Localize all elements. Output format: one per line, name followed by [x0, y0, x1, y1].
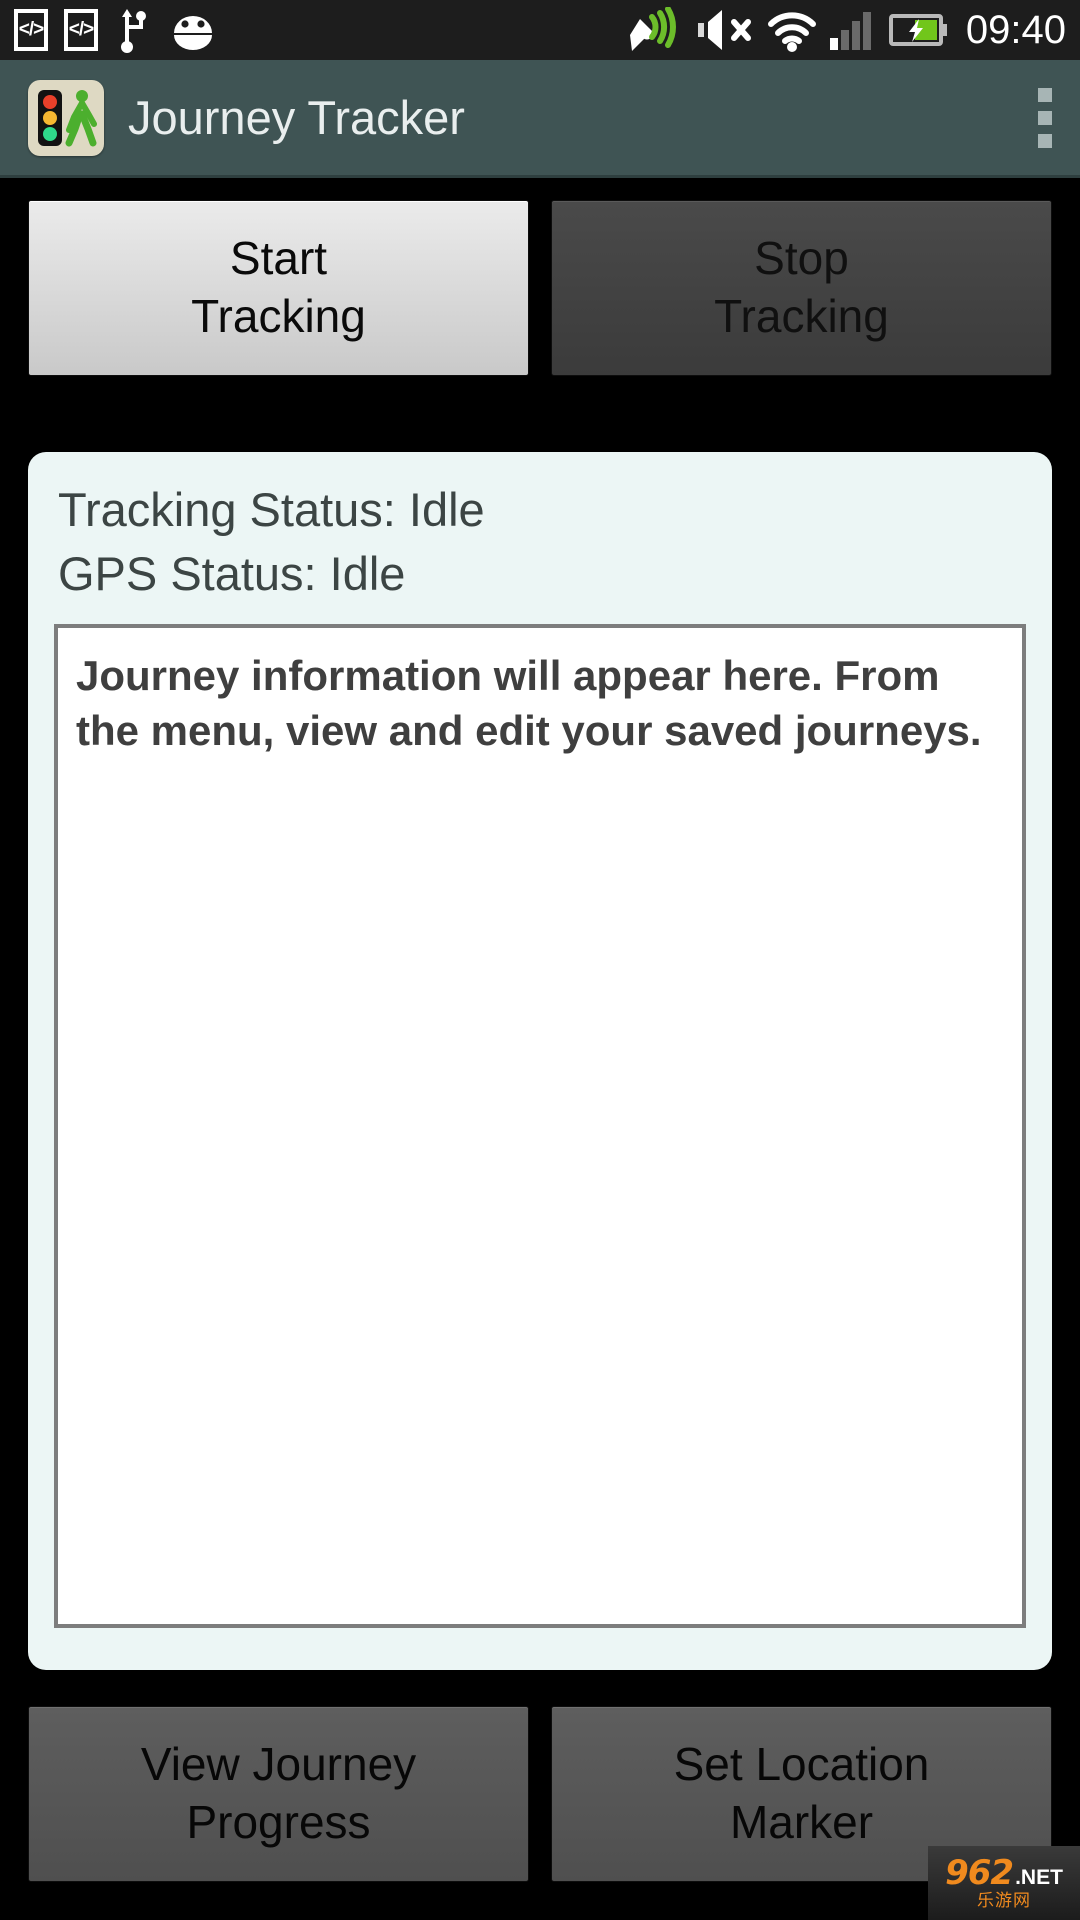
- gps-status-text: GPS Status: Idle: [58, 546, 406, 600]
- tracking-controls-row: Start Tracking Stop Tracking: [0, 200, 1080, 376]
- stop-tracking-label-line2: Tracking: [714, 290, 889, 342]
- status-bar-left-icons: </> </>: [14, 7, 216, 53]
- view-journey-progress-button[interactable]: View Journey Progress: [28, 1706, 529, 1882]
- watermark-subtitle: 乐游网: [977, 1891, 1031, 1911]
- developer-code-icon: </>: [14, 9, 48, 51]
- pedestrian-walking-icon: [65, 89, 97, 146]
- signal-bar-4: [862, 12, 871, 50]
- usb-icon: [121, 9, 146, 53]
- overflow-menu-icon[interactable]: [1038, 82, 1052, 154]
- cellular-signal-icon: [829, 10, 876, 50]
- set-marker-label-line1: Set Location: [673, 1738, 930, 1791]
- start-tracking-button[interactable]: Start Tracking: [28, 200, 529, 376]
- watermark-suffix: .NET: [1015, 1866, 1063, 1889]
- status-bar-right-icons: 09:40: [629, 7, 1066, 53]
- start-tracking-label-line2: Tracking: [191, 290, 366, 342]
- traffic-light-housing: [38, 89, 62, 146]
- watermark-number: 962: [945, 1853, 1014, 1893]
- traffic-light-amber-lamp: [43, 110, 57, 125]
- overflow-dot-2: [1038, 110, 1052, 125]
- developer-code-glyph: </>: [18, 19, 45, 40]
- overflow-dot-1: [1038, 87, 1052, 102]
- traffic-light-pedestrian-icon: [28, 79, 104, 156]
- page-title: Journey Tracker: [128, 91, 465, 144]
- android-status-bar: </> </> 09:40: [0, 0, 1080, 60]
- set-marker-label-line2: Marker: [729, 1796, 874, 1848]
- signal-bar-1: [829, 38, 838, 50]
- site-watermark: 962 .NET 乐游网: [928, 1846, 1080, 1920]
- journey-info-box[interactable]: Journey information will appear here. Fr…: [54, 623, 1026, 1628]
- status-bar-clock: 09:40: [965, 8, 1066, 52]
- developer-code-glyph-2: </>: [68, 19, 95, 40]
- app-action-bar: Journey Tracker: [0, 60, 1080, 178]
- status-card: Tracking Status: Idle GPS Status: Idle J…: [28, 452, 1052, 1670]
- stop-tracking-button[interactable]: Stop Tracking: [551, 200, 1052, 376]
- android-debug-icon: [174, 16, 212, 50]
- volume-mute-icon: [697, 10, 751, 50]
- journey-actions-row: View Journey Progress Set Location Marke…: [0, 1706, 1080, 1882]
- tracking-status-text: Tracking Status: Idle: [58, 483, 485, 536]
- start-tracking-label-line1: Start: [229, 232, 328, 285]
- stop-tracking-label-line1: Stop: [754, 232, 849, 285]
- battery-charging-icon: [888, 14, 947, 46]
- wifi-icon: [767, 12, 816, 52]
- traffic-light-green-lamp: [43, 126, 57, 141]
- signal-bar-3: [851, 21, 860, 50]
- gps-location-icon: [629, 7, 676, 51]
- overflow-dot-3: [1038, 133, 1052, 148]
- view-journey-label-line2: Progress: [186, 1796, 371, 1848]
- developer-code-icon-2: </>: [64, 9, 98, 51]
- signal-bar-2: [840, 30, 849, 50]
- app-screen: </> </> 09:40 Journey Tracker Start Trac…: [0, 0, 1080, 1920]
- watermark-primary: 962 .NET: [945, 1856, 1063, 1890]
- traffic-light-red-lamp: [43, 94, 57, 109]
- view-journey-label-line1: View Journey: [140, 1738, 417, 1791]
- journey-info-text: Journey information will appear here. Fr…: [76, 651, 982, 755]
